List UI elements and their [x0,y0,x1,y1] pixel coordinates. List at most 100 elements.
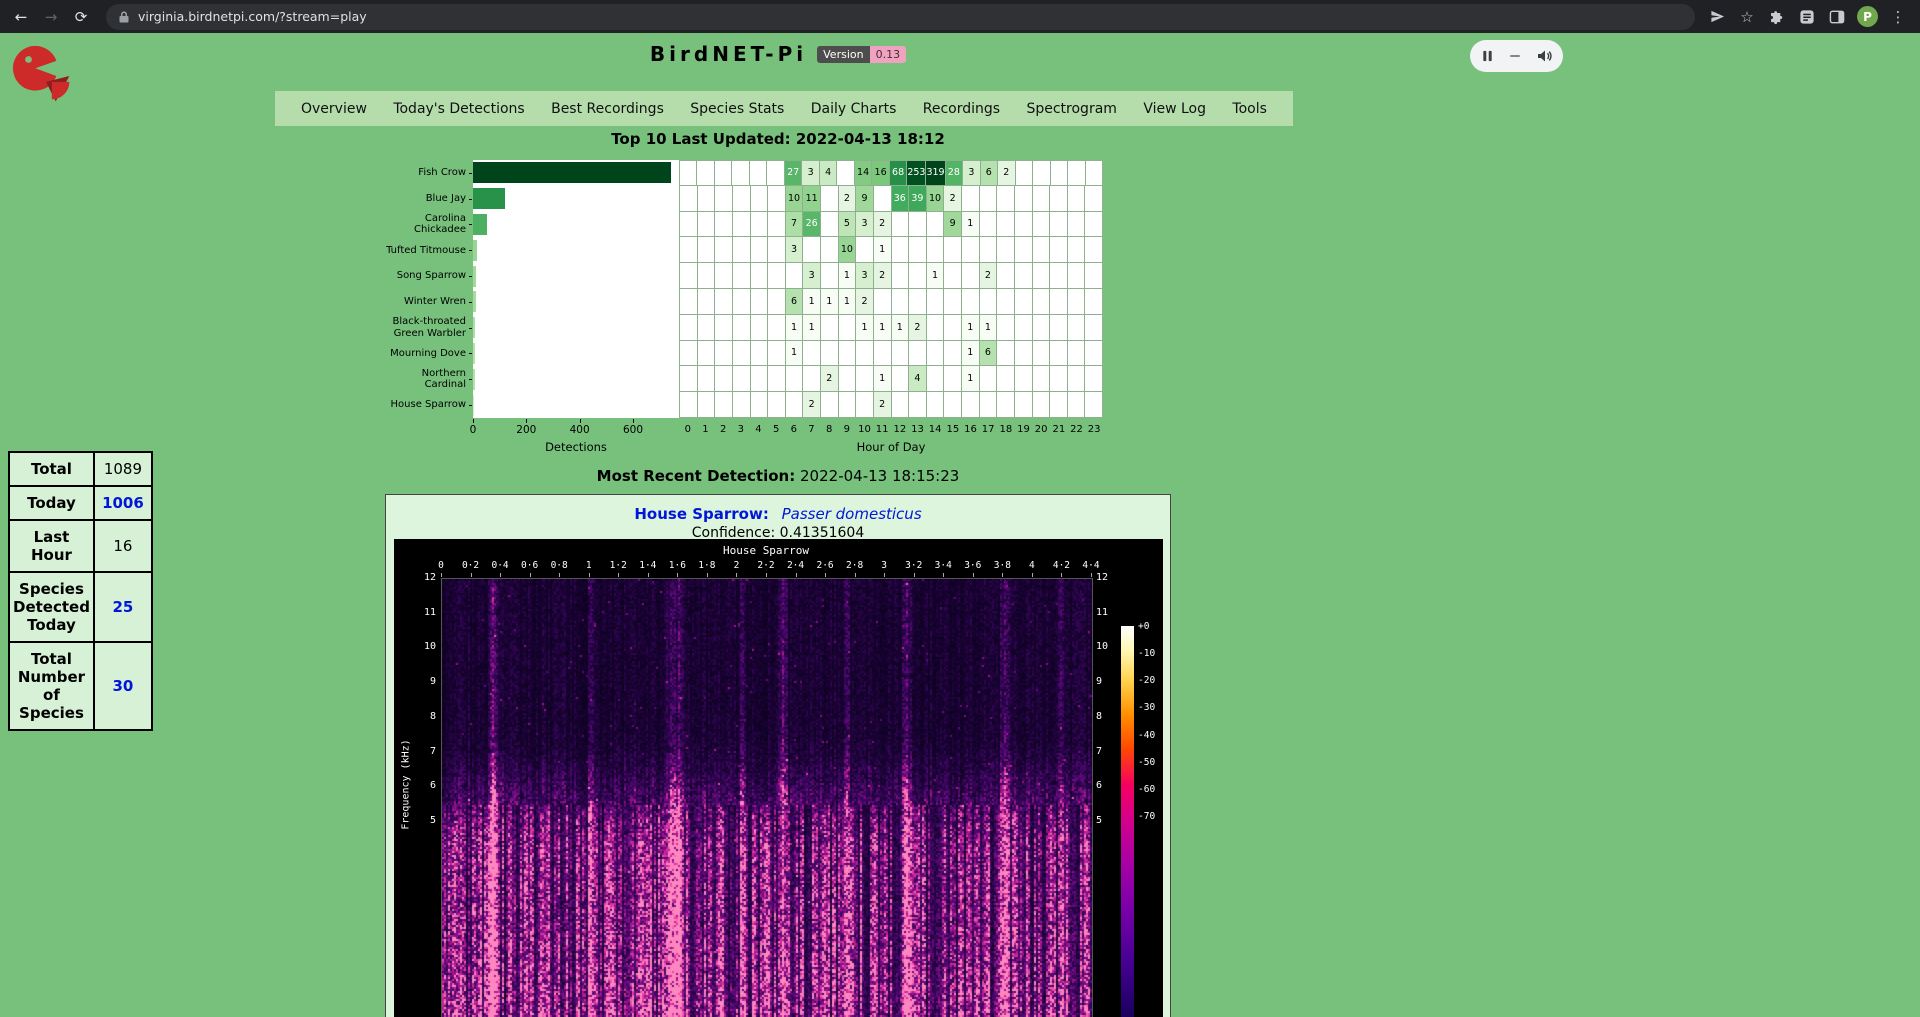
heatmap-cell [962,392,980,418]
address-bar[interactable]: virginia.birdnetpi.com/?stream=play [106,4,1695,30]
stats-value[interactable]: 25 [94,572,152,642]
chart-axes: 0200400600Detections01234567891011121314… [388,419,1104,461]
pause-button[interactable] [1481,49,1494,63]
heatmap-cell: 1 [856,315,874,341]
audio-seek-slider[interactable] [1510,55,1520,58]
time-tick-label: 2·4 [781,560,811,571]
heatmap-cell: 3 [963,160,980,186]
time-tick-label: 4 [1017,560,1047,571]
heatmap-cell [1085,315,1103,341]
heatmap-cell: 9 [944,212,962,238]
heatmap-cell [892,341,910,367]
bar-area [473,366,679,392]
hour-tick-label: 2 [714,424,732,435]
heatmap-cell [1050,186,1068,212]
profile-avatar[interactable]: P [1857,6,1878,27]
freq-tick-label: 6 [1096,780,1126,791]
stats-value[interactable]: 1006 [94,486,152,520]
url-text: virginia.birdnetpi.com/?stream=play [138,9,367,24]
heatmap-row: 22 [679,392,1103,418]
heatmap-cell [680,341,698,367]
nav-item-best-recordings[interactable]: Best Recordings [551,101,664,117]
tick-mark [677,573,678,577]
menu-kebab-icon[interactable]: ⋮ [1888,7,1908,27]
scientific-name-link[interactable]: Passer domesticus [782,505,922,523]
nav-item-recordings[interactable]: Recordings [923,101,1000,117]
heatmap-cell [856,341,874,367]
nav-item-species-stats[interactable]: Species Stats [690,101,784,117]
hour-tick-label: 18 [997,424,1015,435]
bookmark-star-icon[interactable]: ☆ [1737,7,1757,27]
colorbar-tick-label: -70 [1138,811,1155,822]
heatmap-cell [697,160,714,186]
time-tick-label: 3 [869,560,899,571]
side-panel-icon[interactable] [1827,7,1847,27]
tick-mark [589,573,590,577]
heatmap-cell: 2 [856,289,874,315]
species-label: Tufted Titmouse [388,237,468,263]
heatmap-cell [927,341,945,367]
tick-mark [1032,573,1033,577]
nav-item-today-s-detections[interactable]: Today's Detections [393,101,524,117]
heatmap-cell [980,186,998,212]
nav-item-tools[interactable]: Tools [1232,101,1267,117]
heatmap-cell [732,160,749,186]
nav-item-view-log[interactable]: View Log [1143,101,1206,117]
back-button[interactable]: ← [8,4,34,30]
tick-mark [618,573,619,577]
reload-button[interactable]: ⟳ [68,4,94,30]
heatmap-row: 72653291 [679,212,1103,238]
heatmap-cell: 26 [803,212,821,238]
detections-bar [473,162,671,183]
stats-value[interactable]: 30 [94,642,152,730]
freq-tick-label: 12 [1096,572,1126,583]
heatmap-cell [997,341,1015,367]
heatmap-cell [751,186,769,212]
forward-button[interactable]: → [38,4,64,30]
heatmap-cell: 2 [944,186,962,212]
heatmap-cell [786,263,804,289]
nav-item-spectrogram[interactable]: Spectrogram [1026,101,1116,117]
heatmap-cell: 2 [874,263,892,289]
freq-tick-label: 9 [1096,676,1126,687]
tick-mark [473,419,474,423]
heatmap-cell: 2 [909,315,927,341]
species-label-text: Fish Crow [418,167,468,179]
volume-button[interactable] [1536,48,1552,64]
heatmap-cell [803,366,821,392]
heatmap-cell: 6 [981,160,998,186]
heatmap-cell [803,341,821,367]
extensions-puzzle-icon[interactable] [1767,7,1787,27]
time-tick-label: 1 [574,560,604,571]
audio-player[interactable] [1470,40,1563,72]
heatmap-cell: 3 [856,263,874,289]
heatmap-cell [768,186,786,212]
species-label: Carolina Chickadee [388,212,468,238]
heatmap-cell [1085,237,1103,263]
nav-item-overview[interactable]: Overview [301,101,367,117]
heatmap-cell [980,392,998,418]
heatmap-cell [927,212,945,238]
heatmap-cell [733,366,751,392]
tick-mark [500,573,501,577]
heatmap-cell [751,237,769,263]
time-tick-label: 2·8 [840,560,870,571]
tick-mark [648,573,649,577]
send-to-device-icon[interactable] [1707,7,1727,27]
heatmap-cell [944,392,962,418]
hour-tick-label: 21 [1050,424,1068,435]
heatmap-cell [1015,315,1033,341]
heatmap-cell [768,341,786,367]
chart-row: Carolina Chickadee 72653291 [388,212,1104,238]
common-name-link[interactable]: House Sparrow: [634,505,768,523]
hour-tick-label: 19 [1015,424,1033,435]
extension-list-icon[interactable] [1797,7,1817,27]
heatmap-cell [980,366,998,392]
hour-axis-label: Hour of Day [679,440,1103,454]
spectrogram: House Sparrow Frequency (kHz) 00·20·40·6… [394,539,1163,1017]
time-tick-label: 4·2 [1046,560,1076,571]
colorbar-tick-label: -10 [1138,648,1155,659]
nav-item-daily-charts[interactable]: Daily Charts [811,101,897,117]
heatmap-cell [927,392,945,418]
browser-chrome: ← → ⟳ virginia.birdnetpi.com/?stream=pla… [0,0,1920,33]
